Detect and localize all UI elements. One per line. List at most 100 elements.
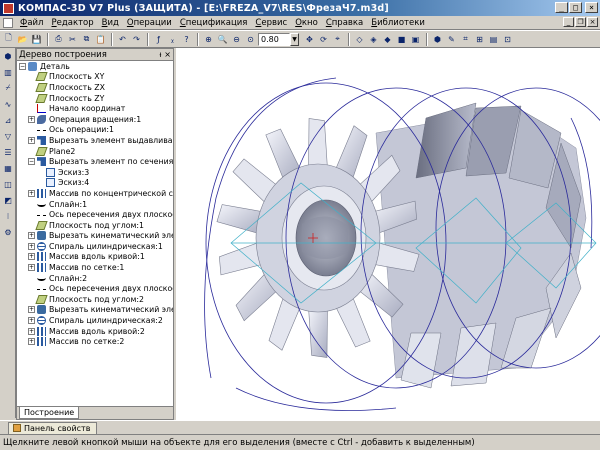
menu-window[interactable]: Окно bbox=[291, 18, 322, 28]
help-pointer-icon[interactable]: ? bbox=[180, 33, 193, 46]
close-button[interactable]: × bbox=[585, 2, 598, 13]
zoom-out-icon[interactable]: ⊖ bbox=[230, 33, 243, 46]
tree-item[interactable]: Сплайн:1 bbox=[17, 199, 173, 210]
app-icon[interactable] bbox=[3, 2, 14, 14]
doc-restore-button[interactable]: ❐ bbox=[575, 17, 586, 27]
perspective-icon[interactable]: ▣ bbox=[409, 33, 422, 46]
minimize-button[interactable]: _ bbox=[555, 2, 568, 13]
menu-file[interactable]: Файл bbox=[16, 18, 48, 28]
zoom-in-icon[interactable]: ⊕ bbox=[202, 33, 215, 46]
orientation-icon[interactable]: ⌖ bbox=[331, 33, 344, 46]
arrays-icon[interactable]: ⁝ bbox=[1, 209, 15, 223]
edit-part-icon[interactable]: ⬢ bbox=[1, 49, 15, 63]
wireframe-icon[interactable]: ◇ bbox=[353, 33, 366, 46]
extrude-icon[interactable]: ▥ bbox=[1, 65, 15, 79]
menu-service[interactable]: Сервис bbox=[251, 18, 291, 28]
expand-icon[interactable]: + bbox=[28, 317, 35, 325]
variables-icon[interactable]: ᵪ bbox=[166, 33, 179, 46]
maximize-button[interactable]: □ bbox=[569, 2, 582, 13]
surfaces-icon[interactable]: ◩ bbox=[1, 193, 15, 207]
tree-item[interactable]: Ось операции:1 bbox=[17, 125, 173, 136]
tree-item[interactable]: + Массив по сетке:1 bbox=[17, 262, 173, 273]
tree-item[interactable]: − Деталь bbox=[17, 61, 173, 72]
zoom-dropdown-button[interactable]: ▼ bbox=[290, 32, 299, 46]
paste-icon[interactable]: 📋 bbox=[94, 33, 107, 46]
tree-item[interactable]: Плоскость ZY bbox=[17, 93, 173, 104]
save-icon[interactable]: 💾 bbox=[30, 33, 43, 46]
doc-close-button[interactable]: × bbox=[587, 17, 598, 27]
expand-icon[interactable]: + bbox=[28, 253, 35, 261]
tree-item[interactable]: + Спираль цилиндрическая:2 bbox=[17, 315, 173, 326]
menu-libraries[interactable]: Библиотеки bbox=[367, 18, 429, 28]
tree-item[interactable]: Эскиз:3 bbox=[17, 167, 173, 178]
tree-item[interactable]: Начало координат bbox=[17, 103, 173, 114]
elements-icon[interactable]: ◫ bbox=[1, 177, 15, 191]
sketch-toggle-icon[interactable]: ✎ bbox=[445, 33, 458, 46]
tab-construction[interactable]: Построение bbox=[19, 407, 80, 419]
specification-icon[interactable]: ☰ bbox=[1, 145, 15, 159]
tree-item[interactable]: + Операция вращения:1 bbox=[17, 114, 173, 125]
expand-icon[interactable]: + bbox=[28, 338, 35, 346]
print-icon[interactable]: ⎙ bbox=[52, 33, 65, 46]
tree-item[interactable]: + Массив вдоль кривой:1 bbox=[17, 252, 173, 263]
expand-icon[interactable]: + bbox=[28, 264, 35, 272]
tree-item[interactable]: Ось пересечения двух плоскост bbox=[17, 209, 173, 220]
filter-icon[interactable]: ▽ bbox=[1, 129, 15, 143]
collapse-icon[interactable]: − bbox=[28, 158, 35, 166]
tree-item[interactable]: + Вырезать элемент выдавливания bbox=[17, 135, 173, 146]
undo-icon[interactable]: ↶ bbox=[116, 33, 129, 46]
tree-item[interactable]: + Вырезать кинематический элем bbox=[17, 231, 173, 242]
expand-icon[interactable]: + bbox=[28, 136, 35, 144]
new-file-icon[interactable]: 🗋 bbox=[2, 33, 15, 46]
tab-properties-panel[interactable]: Панель свойств bbox=[8, 421, 98, 434]
edit-icon[interactable]: ⌗ bbox=[459, 33, 472, 46]
tree-item[interactable]: − Вырезать элемент по сечениям: bbox=[17, 156, 173, 167]
doc-minimize-button[interactable]: _ bbox=[563, 17, 574, 27]
tree-item[interactable]: Плоскость XY bbox=[17, 72, 173, 83]
model-viewport[interactable] bbox=[176, 48, 600, 420]
model-canvas[interactable] bbox=[176, 48, 600, 420]
tree-item[interactable]: Плоскость под углом:2 bbox=[17, 294, 173, 305]
open-file-icon[interactable]: 📂 bbox=[16, 33, 29, 46]
pan-icon[interactable]: ✥ bbox=[303, 33, 316, 46]
menu-help[interactable]: Справка bbox=[322, 18, 367, 28]
hidden-lines-icon[interactable]: ◈ bbox=[367, 33, 380, 46]
tree-item[interactable]: + Массив по сетке:2 bbox=[17, 336, 173, 347]
function-icon[interactable]: ƒ bbox=[152, 33, 165, 46]
menu-view[interactable]: Вид bbox=[98, 18, 123, 28]
expand-icon[interactable]: + bbox=[28, 232, 35, 240]
tree-item[interactable]: Плоскость ZX bbox=[17, 82, 173, 93]
zoom-window-icon[interactable]: 🔍 bbox=[216, 33, 229, 46]
tree-item[interactable]: Plane2 bbox=[17, 146, 173, 157]
expand-icon[interactable]: + bbox=[28, 115, 35, 123]
collapse-icon[interactable]: − bbox=[19, 62, 26, 70]
grid-icon[interactable]: ⊡ bbox=[501, 33, 514, 46]
menu-editor[interactable]: Редактор bbox=[48, 18, 98, 28]
expand-icon[interactable]: + bbox=[28, 242, 35, 250]
shaded-edges-icon[interactable]: ■ bbox=[395, 33, 408, 46]
tree-item[interactable]: + Массив по концентрической сетк bbox=[17, 188, 173, 199]
tree-item[interactable]: + Массив вдоль кривой:2 bbox=[17, 326, 173, 337]
tree-item[interactable]: Сплайн:2 bbox=[17, 273, 173, 284]
tree-item[interactable]: + Вырезать кинематический элем bbox=[17, 305, 173, 316]
menu-operations[interactable]: Операции bbox=[123, 18, 176, 28]
rotate-icon[interactable]: ⟳ bbox=[317, 33, 330, 46]
expand-icon[interactable]: + bbox=[28, 189, 35, 197]
expand-icon[interactable]: + bbox=[28, 327, 35, 335]
tree-item[interactable]: Эскиз:4 bbox=[17, 178, 173, 189]
measure-icon[interactable]: ⊞ bbox=[473, 33, 486, 46]
tree-item[interactable]: Ось пересечения двух плоскост bbox=[17, 283, 173, 294]
properties-icon[interactable]: ▤ bbox=[487, 33, 500, 46]
shaded-icon[interactable]: ◆ bbox=[381, 33, 394, 46]
tree-close-icon[interactable]: × bbox=[164, 50, 171, 59]
copy-icon[interactable]: ⧉ bbox=[80, 33, 93, 46]
macro-icon[interactable]: ⚙ bbox=[1, 225, 15, 239]
menu-specification[interactable]: Спецификация bbox=[176, 18, 252, 28]
cut-icon[interactable]: ✂ bbox=[66, 33, 79, 46]
zoom-all-icon[interactable]: ⊙ bbox=[244, 33, 257, 46]
curves-icon[interactable]: ∿ bbox=[1, 97, 15, 111]
pin-icon[interactable]: ᵼ bbox=[160, 50, 162, 59]
tree-item[interactable]: + Спираль цилиндрическая:1 bbox=[17, 241, 173, 252]
tree-item[interactable]: Плоскость под углом:1 bbox=[17, 220, 173, 231]
auxiliary-geometry-icon[interactable]: ⌿ bbox=[1, 81, 15, 95]
